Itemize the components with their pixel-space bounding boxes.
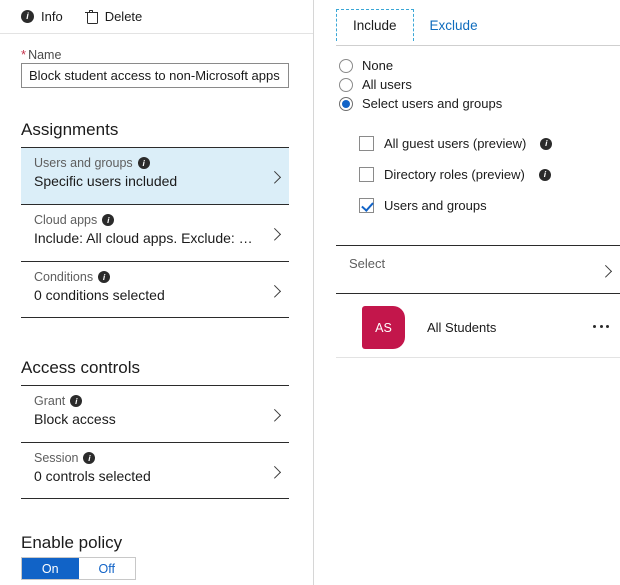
- info-circle-icon[interactable]: i: [83, 452, 96, 464]
- row-session-title: Session i: [34, 451, 289, 465]
- toolbar-divider: [0, 33, 313, 34]
- radio-icon-selected: [339, 96, 353, 111]
- row-session-subtitle: 0 controls selected: [34, 468, 151, 484]
- enable-policy-toggle[interactable]: On Off: [21, 557, 136, 580]
- access-controls-rows: Grant i Block access Session i 0 control…: [21, 385, 289, 499]
- checkbox-icon: [359, 167, 374, 182]
- info-button-label: Info: [41, 9, 63, 24]
- info-circle-icon[interactable]: i: [70, 395, 83, 407]
- radio-option-all-users[interactable]: All users: [339, 75, 502, 94]
- info-circle-icon[interactable]: i: [137, 157, 150, 169]
- chevron-right-icon: [263, 205, 285, 261]
- checkbox-directory-roles[interactable]: Directory roles (preview) i: [359, 159, 552, 190]
- radio-option-none-label: None: [362, 58, 394, 73]
- command-toolbar: i Info Delete: [0, 0, 313, 33]
- member-name: All Students: [427, 320, 497, 335]
- info-circle-icon[interactable]: i: [98, 271, 111, 283]
- required-marker: *: [21, 47, 27, 62]
- tab-exclude[interactable]: Exclude: [414, 10, 494, 41]
- assignments-rows: Users and groups i Specific users includ…: [21, 147, 289, 318]
- checkbox-users-and-groups-label: Users and groups: [384, 198, 487, 213]
- ellipsis-icon[interactable]: [588, 316, 614, 338]
- tab-include[interactable]: Include: [336, 9, 414, 41]
- enable-policy-on-option[interactable]: On: [22, 558, 79, 579]
- access-controls-heading: Access controls: [21, 358, 141, 377]
- info-circle-icon[interactable]: i: [538, 168, 551, 181]
- radio-option-select-users-and-groups-label: Select users and groups: [362, 96, 503, 111]
- checkbox-users-and-groups[interactable]: Users and groups: [359, 190, 552, 221]
- include-exclude-tabs: Include Exclude: [336, 9, 494, 41]
- include-scope-radio-group: None All users Select users and groups: [339, 56, 502, 113]
- info-circle-icon[interactable]: i: [102, 214, 115, 226]
- users-and-groups-panel: Include Exclude None All users Select us…: [314, 0, 620, 585]
- enable-policy-off-option[interactable]: Off: [78, 558, 135, 579]
- row-grant-subtitle: Block access: [34, 411, 116, 427]
- chevron-right-icon: [263, 262, 285, 317]
- row-users-and-groups-title: Users and groups i: [34, 156, 289, 170]
- info-button[interactable]: i Info: [21, 9, 63, 24]
- radio-option-none[interactable]: None: [339, 56, 502, 75]
- chevron-right-icon: [263, 386, 285, 442]
- checkbox-directory-roles-label: Directory roles (preview): [384, 167, 525, 182]
- radio-option-select-users-and-groups[interactable]: Select users and groups: [339, 94, 502, 113]
- name-label-text: Name: [28, 48, 62, 62]
- select-row-label: Select: [349, 256, 386, 271]
- checkbox-icon: [359, 136, 374, 151]
- info-circle-icon[interactable]: i: [540, 137, 553, 150]
- name-field-label: * Name: [21, 47, 61, 62]
- row-cloud-apps-title: Cloud apps i: [34, 213, 289, 227]
- checkbox-all-guest-users[interactable]: All guest users (preview) i: [359, 128, 553, 159]
- row-users-and-groups-subtitle: Specific users included: [34, 173, 178, 189]
- assignments-heading: Assignments: [21, 120, 119, 139]
- row-users-and-groups[interactable]: Users and groups i Specific users includ…: [21, 147, 289, 204]
- policy-detail-panel: i Info Delete *Name Assignments Users an…: [0, 0, 313, 585]
- info-circle-icon: i: [21, 10, 34, 23]
- enable-policy-heading: Enable policy: [21, 533, 123, 552]
- radio-option-all-users-label: All users: [362, 77, 412, 92]
- include-options-checkbox-group: All guest users (preview) i Directory ro…: [359, 128, 553, 221]
- delete-button-label: Delete: [104, 9, 143, 24]
- row-cloud-apps[interactable]: Cloud apps i Include: All cloud apps. Ex…: [21, 204, 289, 261]
- row-cloud-apps-subtitle: Include: All cloud apps. Exclude: …: [34, 230, 253, 246]
- trash-icon: [84, 9, 98, 25]
- tabs-underline: [336, 45, 620, 46]
- radio-icon: [339, 58, 353, 73]
- avatar: AS: [362, 306, 405, 349]
- list-item[interactable]: AS All Students: [336, 296, 620, 358]
- row-conditions[interactable]: Conditions i 0 conditions selected: [21, 261, 289, 318]
- select-row[interactable]: Select: [336, 245, 620, 294]
- row-conditions-title: Conditions i: [34, 270, 289, 284]
- checkbox-icon-checked: [359, 198, 374, 213]
- chevron-right-icon: [263, 443, 285, 498]
- name-input[interactable]: [21, 63, 289, 88]
- checkbox-all-guest-users-label: All guest users (preview): [384, 136, 527, 151]
- chevron-right-icon: [594, 246, 616, 293]
- row-grant[interactable]: Grant i Block access: [21, 385, 289, 442]
- delete-button[interactable]: Delete: [84, 9, 143, 25]
- chevron-right-icon: [263, 148, 285, 204]
- row-session[interactable]: Session i 0 controls selected: [21, 442, 289, 499]
- row-grant-title: Grant i: [34, 394, 289, 408]
- row-conditions-subtitle: 0 conditions selected: [34, 287, 165, 303]
- conditional-access-policy-screen: i Info Delete *Name Assignments Users an…: [0, 0, 620, 585]
- radio-icon: [339, 77, 353, 92]
